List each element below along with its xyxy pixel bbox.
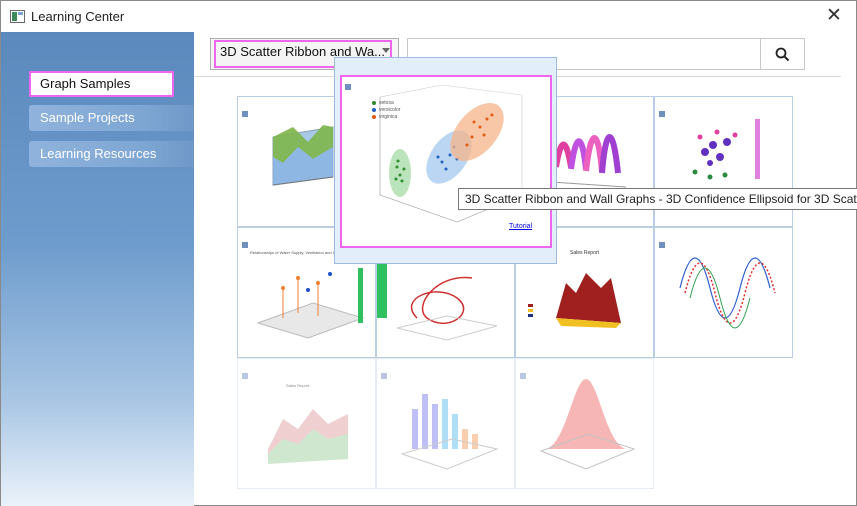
graph-sample-tile[interactable] xyxy=(376,358,515,489)
tooltip: 3D Scatter Ribbon and Wall Graphs - 3D C… xyxy=(458,188,857,210)
sidebar-item-graph-samples[interactable]: Graph Samples xyxy=(29,71,174,97)
area-3d-thumbnail xyxy=(268,409,348,464)
search-icon xyxy=(775,47,790,62)
tile-badge-icon xyxy=(345,84,351,90)
chevron-down-icon[interactable] xyxy=(382,48,390,53)
close-icon: ✕ xyxy=(826,5,842,26)
graph-sample-tile[interactable]: Sales Report xyxy=(237,358,376,489)
sidebar-item-sample-projects[interactable]: Sample Projects xyxy=(29,105,194,131)
surface-3d-thumbnail xyxy=(539,379,636,470)
legend-item-setosa: setosa xyxy=(379,100,394,106)
search-button[interactable] xyxy=(760,39,804,69)
legend-item-versicolor: versicolor xyxy=(379,107,401,113)
graph-sample-tile[interactable] xyxy=(654,227,793,358)
tutorial-link[interactable]: Tutorial xyxy=(509,223,532,230)
confidence-ellipsoid-thumbnail xyxy=(372,84,523,223)
bar-3d-thumbnail xyxy=(400,394,499,470)
close-button[interactable]: ✕ xyxy=(812,1,856,32)
learning-center-window: Learning Center ✕ Graph Samples Sample P… xyxy=(0,0,857,506)
title-bar: Learning Center ✕ xyxy=(1,1,856,32)
legend-item-virginica: virginica xyxy=(379,114,398,120)
window-title: Learning Center xyxy=(31,9,125,24)
graph-sample-tile[interactable] xyxy=(515,358,654,489)
sidebar xyxy=(1,32,194,506)
wave-3d-thumbnail xyxy=(679,257,776,329)
sidebar-item-learning-resources[interactable]: Learning Resources xyxy=(29,141,194,167)
app-icon xyxy=(10,10,25,23)
